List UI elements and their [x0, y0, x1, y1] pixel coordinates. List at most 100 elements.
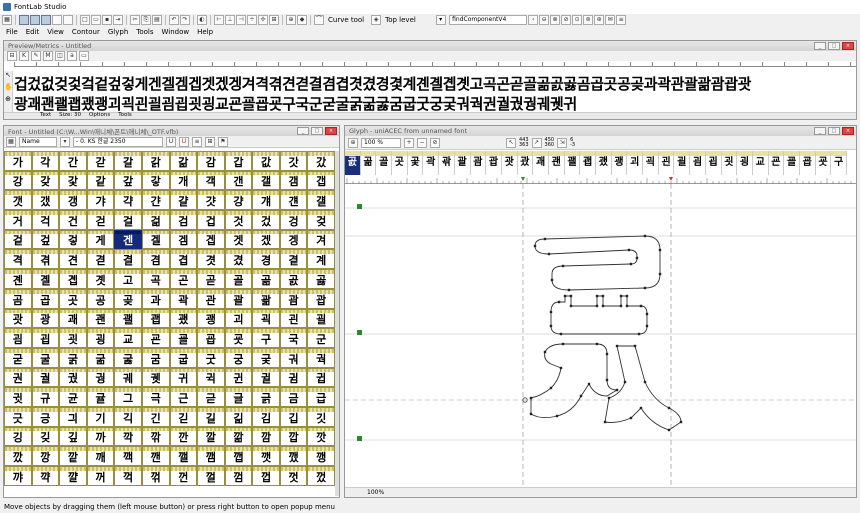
contour-node[interactable]: [567, 288, 571, 292]
zoom-icon[interactable]: ⊕: [348, 137, 358, 148]
glyph-cell[interactable]: 귤: [86, 387, 115, 407]
glyph-cell[interactable]: 강: [4, 170, 32, 191]
glyph-cell[interactable]: 긴: [141, 406, 170, 427]
unicode-icon[interactable]: U: [179, 136, 189, 147]
glyph-cell[interactable]: 깰: [169, 446, 198, 466]
contour-node[interactable]: [595, 294, 599, 298]
list-view-icon[interactable]: ≡: [192, 136, 202, 147]
glyph-cell[interactable]: 국: [279, 328, 308, 348]
glyph-cell[interactable]: 권: [4, 367, 32, 388]
glyph-cell[interactable]: 걍: [224, 190, 253, 211]
glyph-cell[interactable]: 괠: [114, 308, 142, 329]
glyph-cell[interactable]: 궁: [224, 347, 253, 368]
glyph-cell[interactable]: 굿: [197, 347, 225, 368]
curve-tool-icon[interactable]: ⌒: [314, 15, 324, 25]
glyph-cell[interactable]: 긔: [59, 406, 87, 427]
contour-node[interactable]: [667, 428, 671, 432]
glyph-cell[interactable]: 꺽: [114, 466, 142, 486]
glyph-cell[interactable]: 갚: [114, 170, 142, 191]
contour-node[interactable]: [529, 396, 533, 400]
hand-tool-icon[interactable]: ✋: [4, 83, 13, 91]
strip-glyph[interactable]: 괐: [517, 151, 534, 175]
glyph-cell[interactable]: 곳: [59, 288, 87, 309]
glyph-cell[interactable]: 갑: [224, 151, 253, 171]
flag-icon[interactable]: ⚑: [218, 136, 228, 147]
contour-node[interactable]: [639, 304, 643, 308]
glyph-cell[interactable]: 겐: [114, 229, 142, 250]
glyph-cell[interactable]: 걀: [169, 190, 198, 211]
find-component-dropdown[interactable]: findComponentV4: [449, 15, 528, 25]
zoom-in-icon[interactable]: +: [404, 137, 414, 148]
glyph-cell[interactable]: 걜: [307, 190, 335, 211]
glyph-cell[interactable]: 깡: [31, 446, 60, 466]
glyph-cell[interactable]: 껏: [279, 466, 308, 486]
glyph-cell[interactable]: 귁: [197, 367, 225, 388]
glyph-cell[interactable]: 과: [141, 288, 170, 309]
toolbar-window-1-icon[interactable]: [19, 15, 29, 25]
contour-node[interactable]: [595, 304, 599, 308]
glyph-cell[interactable]: 겸: [141, 249, 170, 270]
glyph-cell[interactable]: 궉: [307, 347, 335, 368]
glyph-cell[interactable]: 꺌: [59, 466, 87, 486]
abc-icon[interactable]: a: [67, 51, 77, 61]
glyph-cell[interactable]: 괘: [59, 308, 87, 329]
strip-glyph[interactable]: 괵: [643, 151, 659, 175]
export-icon[interactable]: ⇥: [113, 15, 123, 25]
glyph-cell[interactable]: 궈: [279, 347, 308, 368]
contour-node[interactable]: [601, 304, 605, 308]
contour-node[interactable]: [643, 286, 647, 290]
glyph-cell[interactable]: 굵: [59, 347, 87, 368]
glyph-cell[interactable]: 깠: [4, 446, 32, 466]
contour-node[interactable]: [667, 406, 671, 410]
toolbar-window-3-icon[interactable]: [41, 15, 51, 25]
glyph-cell[interactable]: 괵: [252, 308, 280, 329]
bottom-zoom[interactable]: 100%: [367, 489, 384, 496]
glyph-cell[interactable]: 건: [59, 210, 87, 230]
target-icon[interactable]: ⊕: [286, 15, 296, 25]
glyph-cell[interactable]: 갖: [31, 170, 60, 191]
glyph-cell[interactable]: 곪: [252, 269, 280, 289]
left-sidebearing-marker[interactable]: [521, 177, 525, 181]
glyph-contours[interactable]: [530, 235, 682, 431]
tools-button[interactable]: Tools: [118, 112, 132, 118]
glyph-cell[interactable]: 껌: [224, 466, 253, 486]
glyph-cell[interactable]: 거: [4, 210, 32, 230]
glyph-cell[interactable]: 걘: [279, 190, 308, 211]
close-button[interactable]: ×: [842, 42, 854, 50]
align-center-icon[interactable]: ⊥: [225, 15, 235, 25]
glyph-cell[interactable]: 곗: [86, 269, 115, 289]
glyph-cell[interactable]: 깨: [86, 446, 115, 466]
glyph-cell[interactable]: 깥: [59, 446, 87, 466]
metrics2-icon[interactable]: M: [43, 51, 53, 61]
menu-view[interactable]: View: [47, 28, 64, 36]
glyph-cell[interactable]: 겋: [59, 229, 87, 250]
level-dropdown[interactable]: ▾: [436, 15, 447, 25]
contour-node[interactable]: [627, 248, 631, 252]
codepage-dropdown[interactable]: - 0. KS 한글 2350: [73, 136, 163, 147]
chat-icon[interactable]: ✉: [605, 15, 616, 25]
view-mode-icon[interactable]: ▦: [6, 136, 16, 147]
glyph-cell[interactable]: 괏: [4, 308, 32, 329]
contour-node[interactable]: [533, 244, 537, 248]
menu-window[interactable]: Window: [162, 28, 190, 36]
glyph-cell[interactable]: 갔: [307, 151, 335, 171]
glyph-cell[interactable]: 껀: [169, 466, 198, 486]
contour-node[interactable]: [643, 234, 647, 238]
glyph-cell[interactable]: 긁: [252, 387, 280, 407]
contour-node[interactable]: [547, 252, 551, 256]
glyph-cell[interactable]: 귿: [197, 387, 225, 407]
minimize-button[interactable]: _: [297, 127, 309, 135]
glyph-cell[interactable]: 갯: [4, 190, 32, 211]
glyph-cell[interactable]: 곬: [279, 269, 308, 289]
glyph-cell[interactable]: 깜: [252, 426, 280, 447]
glyph-cell[interactable]: 괆: [252, 288, 280, 309]
contour-node[interactable]: [625, 304, 629, 308]
contour-node[interactable]: [555, 414, 559, 418]
contour-node[interactable]: [595, 342, 599, 346]
glyph-cell[interactable]: 겁: [197, 210, 225, 230]
glyph-cell[interactable]: 그: [114, 387, 142, 407]
sort-dropdown[interactable]: Name: [19, 136, 57, 147]
contour-node[interactable]: [557, 300, 561, 304]
glyph-cell[interactable]: 갇: [86, 151, 115, 171]
glyph-cell[interactable]: 굔: [141, 328, 170, 348]
